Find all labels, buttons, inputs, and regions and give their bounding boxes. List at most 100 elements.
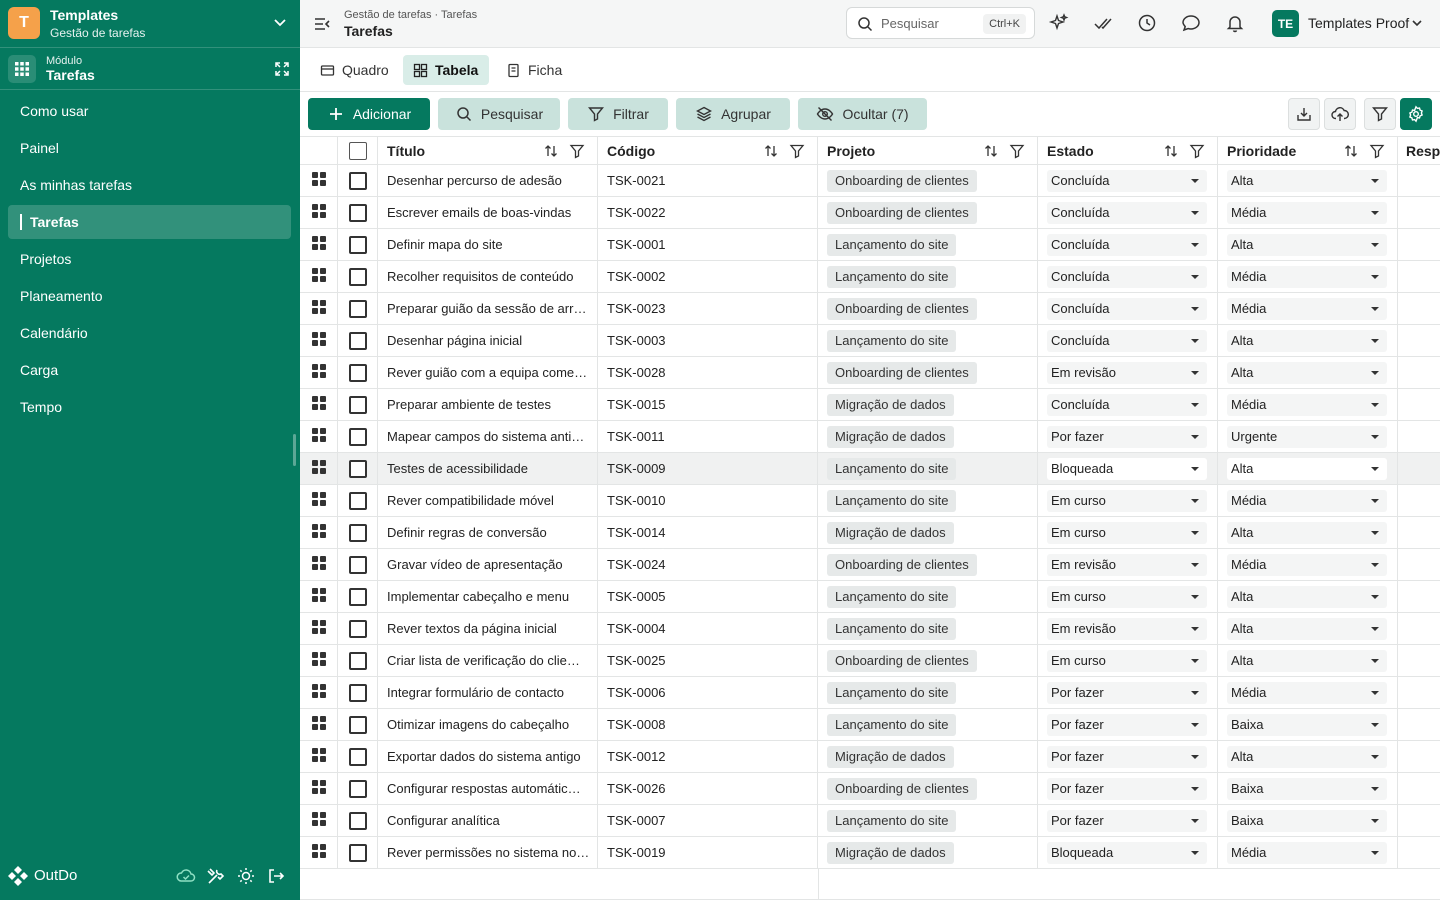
priority-select[interactable]: Urgente <box>1227 425 1387 448</box>
row-checkbox[interactable] <box>348 203 367 222</box>
row-checkbox[interactable] <box>348 395 367 414</box>
cell-title[interactable]: Integrar formulário de contacto <box>378 677 598 708</box>
cell-title[interactable]: Mapear campos do sistema anti… <box>378 421 598 452</box>
cell-priority[interactable]: Média <box>1218 549 1398 580</box>
double-check-icon[interactable] <box>1092 12 1114 34</box>
cell-priority[interactable]: Baixa <box>1218 805 1398 836</box>
cell-state[interactable]: Em revisão <box>1038 549 1218 580</box>
row-drag-handle[interactable] <box>300 485 338 516</box>
priority-select[interactable]: Baixa <box>1227 809 1387 832</box>
row-checkbox[interactable] <box>348 299 367 318</box>
row-checkbox[interactable] <box>348 491 367 510</box>
cell-responsible[interactable] <box>1398 549 1440 580</box>
cell-priority[interactable]: Alta <box>1218 645 1398 676</box>
cell-code[interactable]: TSK-0015 <box>598 389 818 420</box>
cell-priority[interactable]: Alta <box>1218 517 1398 548</box>
state-select[interactable]: Concluída <box>1047 297 1207 320</box>
cell-state[interactable]: Bloqueada <box>1038 453 1218 484</box>
cell-responsible[interactable] <box>1398 389 1440 420</box>
state-select[interactable]: Concluída <box>1047 233 1207 256</box>
cell-code[interactable]: TSK-0024 <box>598 549 818 580</box>
cell-code[interactable]: TSK-0022 <box>598 197 818 228</box>
cell-code[interactable]: TSK-0019 <box>598 837 818 868</box>
project-tag[interactable]: Lançamento do site <box>827 809 957 832</box>
cell-priority[interactable]: Alta <box>1218 325 1398 356</box>
table-row[interactable]: Configurar analítica TSK-0007 Lançamento d… <box>300 805 1440 837</box>
project-tag[interactable]: Migração de dados <box>827 425 954 448</box>
cell-priority[interactable]: Média <box>1218 837 1398 868</box>
table-row[interactable]: Criar lista de verificação do clie… TSK-0… <box>300 645 1440 677</box>
state-select[interactable]: Bloqueada <box>1047 457 1207 480</box>
cell-responsible[interactable] <box>1398 741 1440 772</box>
cell-responsible[interactable] <box>1398 325 1440 356</box>
settings-button[interactable] <box>1400 98 1432 130</box>
cell-state[interactable]: Concluída <box>1038 261 1218 292</box>
project-tag[interactable]: Migração de dados <box>827 521 954 544</box>
cell-priority[interactable]: Média <box>1218 293 1398 324</box>
project-tag[interactable]: Onboarding de clientes <box>827 553 977 576</box>
cell-priority[interactable]: Média <box>1218 261 1398 292</box>
collapse-menu-icon[interactable] <box>312 14 332 34</box>
row-drag-handle[interactable] <box>300 389 338 420</box>
project-tag[interactable]: Migração de dados <box>827 841 954 864</box>
state-select[interactable]: Concluída <box>1047 169 1207 192</box>
cell-project[interactable]: Lançamento do site <box>818 453 1038 484</box>
sidebar-item-minhas-tarefas[interactable]: As minhas tarefas <box>8 168 291 202</box>
sidebar-item-calendario[interactable]: Calendário <box>8 316 291 350</box>
tab-tabela[interactable]: Tabela <box>403 55 489 85</box>
cell-responsible[interactable] <box>1398 197 1440 228</box>
state-select[interactable]: Por fazer <box>1047 713 1207 736</box>
priority-select[interactable]: Média <box>1227 393 1387 416</box>
sidebar-item-tarefas[interactable]: Tarefas <box>8 205 291 239</box>
sort-icon[interactable] <box>763 143 779 159</box>
state-select[interactable]: Concluída <box>1047 329 1207 352</box>
table-row[interactable]: Gravar vídeo de apresentação TSK-0024 Onbo… <box>300 549 1440 581</box>
project-tag[interactable]: Migração de dados <box>827 393 954 416</box>
row-checkbox[interactable] <box>348 459 367 478</box>
cell-title[interactable]: Otimizar imagens do cabeçalho <box>378 709 598 740</box>
cell-code[interactable]: TSK-0003 <box>598 325 818 356</box>
state-select[interactable]: Por fazer <box>1047 809 1207 832</box>
cell-responsible[interactable] <box>1398 453 1440 484</box>
cell-priority[interactable]: Média <box>1218 677 1398 708</box>
filter-icon[interactable] <box>1009 143 1025 159</box>
cell-state[interactable]: Por fazer <box>1038 773 1218 804</box>
row-checkbox[interactable] <box>348 811 367 830</box>
cell-priority[interactable]: Alta <box>1218 453 1398 484</box>
cell-state[interactable]: Por fazer <box>1038 677 1218 708</box>
cell-responsible[interactable] <box>1398 677 1440 708</box>
cell-code[interactable]: TSK-0005 <box>598 581 818 612</box>
cell-responsible[interactable] <box>1398 581 1440 612</box>
column-header-estado[interactable]: Estado <box>1038 137 1218 164</box>
sort-icon[interactable] <box>1343 143 1359 159</box>
cell-project[interactable]: Migração de dados <box>818 517 1038 548</box>
cell-project[interactable]: Onboarding de clientes <box>818 165 1038 196</box>
row-drag-handle[interactable] <box>300 421 338 452</box>
cell-code[interactable]: TSK-0004 <box>598 613 818 644</box>
cell-code[interactable]: TSK-0023 <box>598 293 818 324</box>
cell-title[interactable]: Preparar guião da sessão de arr… <box>378 293 598 324</box>
row-drag-handle[interactable] <box>300 741 338 772</box>
cell-priority[interactable]: Urgente <box>1218 421 1398 452</box>
cell-priority[interactable]: Baixa <box>1218 709 1398 740</box>
cell-responsible[interactable] <box>1398 165 1440 196</box>
cell-responsible[interactable] <box>1398 613 1440 644</box>
cell-code[interactable]: TSK-0026 <box>598 773 818 804</box>
select-all-checkbox[interactable] <box>348 141 367 160</box>
cell-priority[interactable]: Alta <box>1218 741 1398 772</box>
cell-priority[interactable]: Alta <box>1218 357 1398 388</box>
add-button[interactable]: Adicionar <box>308 98 430 130</box>
column-header-titulo[interactable]: Título <box>378 137 598 164</box>
row-drag-handle[interactable] <box>300 645 338 676</box>
priority-select[interactable]: Média <box>1227 201 1387 224</box>
row-checkbox[interactable] <box>348 651 367 670</box>
search-button[interactable]: Pesquisar <box>438 98 560 130</box>
chat-icon[interactable] <box>1180 12 1202 34</box>
row-drag-handle[interactable] <box>300 677 338 708</box>
cell-title[interactable]: Configurar respostas automátic… <box>378 773 598 804</box>
row-drag-handle[interactable] <box>300 357 338 388</box>
state-select[interactable]: Em revisão <box>1047 553 1207 576</box>
cell-priority[interactable]: Média <box>1218 197 1398 228</box>
table-row[interactable]: Mapear campos do sistema anti… TSK-0011 Mi… <box>300 421 1440 453</box>
row-drag-handle[interactable] <box>300 709 338 740</box>
